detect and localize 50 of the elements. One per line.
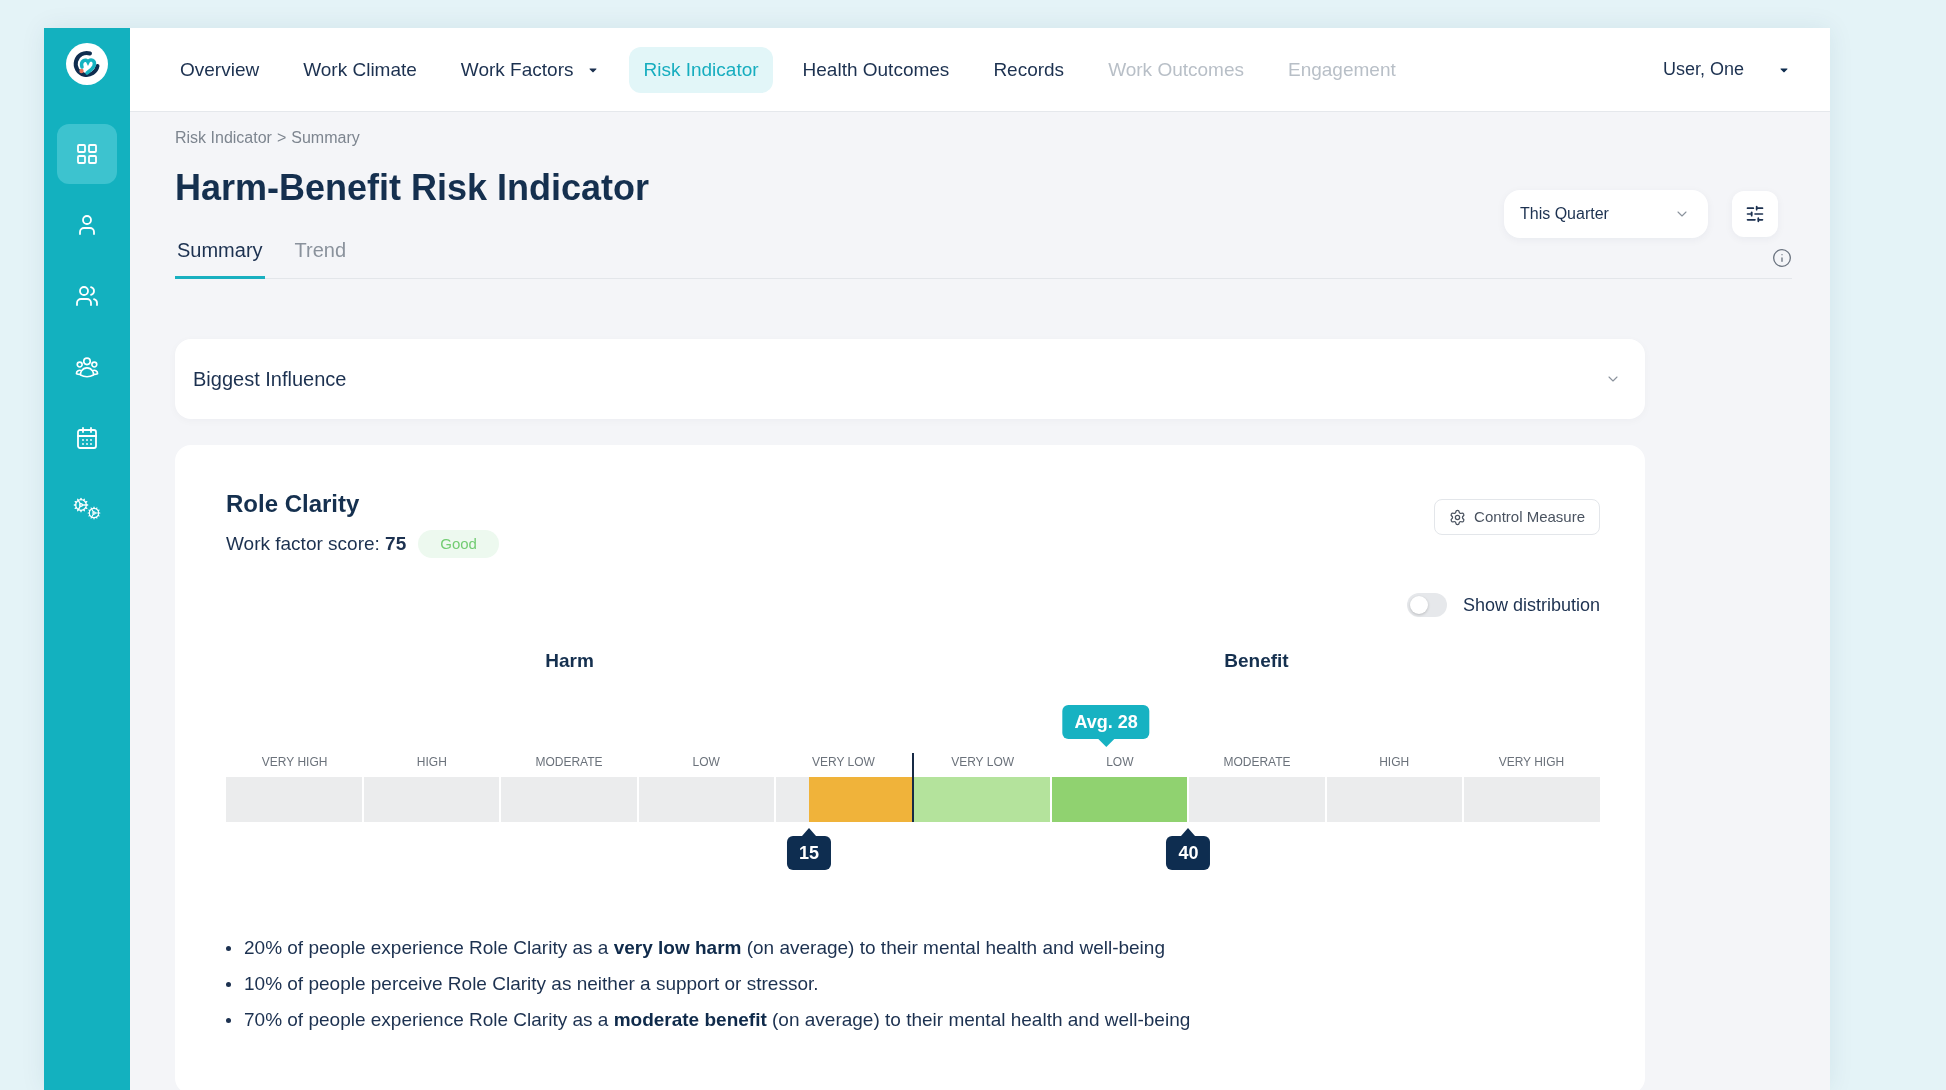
tab[interactable]: Summary <box>175 238 265 279</box>
sidebar-button[interactable] <box>57 124 117 184</box>
page-title: Harm-Benefit Risk Indicator <box>175 166 650 210</box>
score-text: Work factor score: 75 <box>226 532 407 556</box>
nav-link[interactable]: Records <box>979 46 1079 93</box>
bullet-icon <box>226 1017 231 1023</box>
scale-label: HIGH <box>416 754 447 771</box>
control-measure-button[interactable]: Control Measure <box>1434 499 1600 535</box>
nav-link[interactable]: Health Outcomes <box>788 46 964 93</box>
logo-icon <box>65 42 109 86</box>
midpoint-line <box>912 753 914 822</box>
toggle-label: Show distribution <box>1462 594 1600 617</box>
scale-side-title: Benefit <box>1224 649 1289 673</box>
scale-label: LOW <box>692 754 720 771</box>
scale-label: HIGH <box>1379 754 1410 771</box>
filter-button[interactable] <box>1732 191 1778 237</box>
scale-label: LOW <box>1106 754 1134 771</box>
accordion-header[interactable]: Biggest Influence <box>175 339 1645 419</box>
bullet-icon <box>226 945 231 951</box>
scale-label: VERY HIGH <box>261 754 328 771</box>
scale-label: VERY HIGH <box>1498 754 1565 771</box>
finding-text: 10% of people perceive Role Clarity as neither a support or stressor. <box>244 972 819 996</box>
gear-icon <box>1449 508 1467 526</box>
rating-badge: Good <box>418 530 499 558</box>
user-group-icon <box>74 354 100 380</box>
nav-link[interactable]: Work Climate <box>289 46 431 93</box>
toggle-switch[interactable] <box>1406 593 1447 617</box>
scale-label: VERY LOW <box>811 754 875 771</box>
info-icon[interactable] <box>1772 248 1792 268</box>
bullet-icon <box>226 981 231 987</box>
breadcrumb-link[interactable]: Summary <box>291 128 360 148</box>
gears-icon <box>73 497 101 521</box>
nav-link[interactable]: Work Factors <box>446 46 614 93</box>
card-title: Role Clarity <box>226 489 361 519</box>
sliders-icon <box>1745 204 1765 224</box>
calendar-icon <box>75 426 99 450</box>
users-icon <box>75 284 99 308</box>
finding-text: 20% of people experience Role Clarity as a very low harm (on average) to their mental health and well-being <box>244 936 1165 960</box>
breadcrumb-link[interactable]: Risk Indicator <box>175 128 272 148</box>
user-menu[interactable]: User, One <box>1662 56 1790 83</box>
nav-link[interactable]: Overview <box>166 46 274 93</box>
breadcrumb-separator: > <box>276 128 287 148</box>
scale-side-title: Harm <box>545 649 594 673</box>
scale-label: MODERATE <box>1223 754 1291 771</box>
grid-icon <box>75 142 99 166</box>
scale-label: VERY LOW <box>951 754 1015 771</box>
scale-label: MODERATE <box>535 754 603 771</box>
period-select[interactable]: This Quarter <box>1504 190 1708 238</box>
average-tooltip: Avg. 28 <box>1062 705 1150 747</box>
finding-text: 70% of people experience Role Clarity as a moderate benefit (on average) to their mental health and well-being <box>244 1008 1191 1032</box>
